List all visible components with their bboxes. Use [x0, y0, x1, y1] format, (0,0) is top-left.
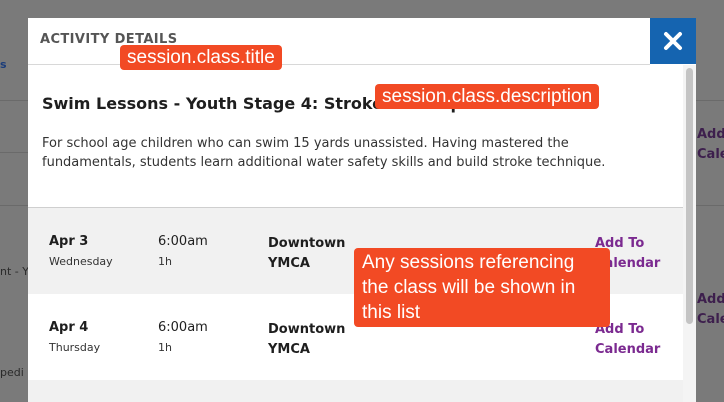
activity-details-modal: ACTIVITY DETAILS Swim Lessons - Youth St… [28, 18, 696, 402]
location-line: Downtown [268, 322, 346, 337]
background-divider [0, 152, 28, 153]
session-location: Downtown YMCA [268, 234, 368, 274]
session-duration: 1h [158, 255, 172, 268]
background-fragment: s [0, 58, 7, 71]
background-divider [0, 205, 28, 206]
session-time: 6:00am [158, 320, 208, 335]
annotation-class-title: session.class.title [120, 45, 282, 70]
session-duration: 1h [158, 341, 172, 354]
session-date: Apr 4 [49, 320, 89, 335]
background-link-line: Cale [697, 312, 724, 327]
background-divider [696, 205, 724, 206]
session-day: Wednesday [49, 255, 113, 268]
location-line: Downtown [268, 236, 346, 251]
background-add-calendar-link[interactable]: Add Cale [697, 290, 724, 330]
close-button[interactable] [650, 18, 696, 64]
annotation-sessions-list: Any sessions referencing the class will … [354, 248, 610, 327]
close-icon [664, 32, 682, 50]
background-fragment: nt - Y [0, 265, 29, 278]
background-link-line: Add [697, 292, 724, 307]
location-line: YMCA [268, 342, 310, 357]
annotation-line: Any sessions referencing [362, 252, 575, 273]
scrollbar-thumb[interactable] [686, 68, 693, 324]
session-date: Apr 3 [49, 234, 89, 249]
background-fragment: pedi [0, 366, 24, 379]
location-line: YMCA [268, 256, 310, 271]
class-description: For school age children who can swim 15 … [42, 136, 606, 170]
session-time: 6:00am [158, 234, 208, 249]
annotation-class-description: session.class.description [375, 84, 600, 109]
background-add-calendar-link[interactable]: Add Cale [697, 125, 724, 165]
annotation-line: the class will be shown in [362, 277, 576, 298]
session-row [28, 380, 683, 402]
background-link-line: Add [697, 127, 724, 142]
session-location: Downtown YMCA [268, 320, 368, 360]
background-divider [696, 100, 724, 101]
background-divider [0, 100, 28, 101]
session-day: Thursday [49, 341, 101, 354]
add-to-calendar-line: Calendar [595, 342, 661, 357]
annotation-line: this list [362, 302, 421, 323]
background-link-line: Cale [697, 147, 724, 162]
